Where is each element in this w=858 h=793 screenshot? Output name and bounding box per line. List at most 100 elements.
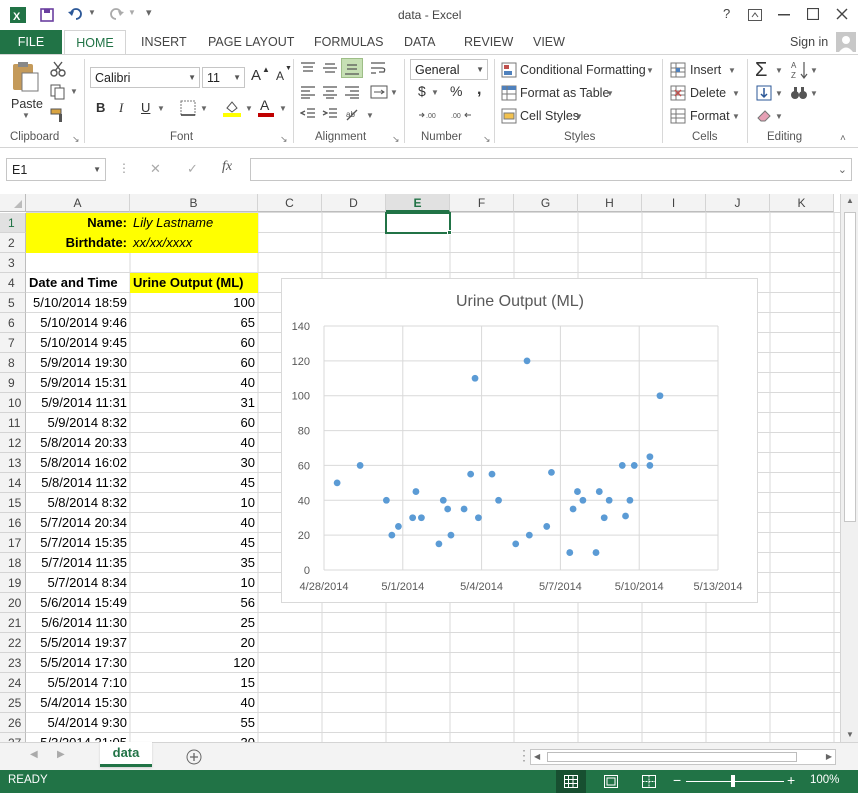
underline-dropdown-icon[interactable]: ▼ <box>157 104 165 113</box>
shrink-font-button[interactable]: A <box>276 69 284 83</box>
decrease-decimal-icon[interactable]: .00 <box>450 108 472 122</box>
chart-point[interactable] <box>447 531 455 539</box>
chart-point[interactable] <box>435 540 443 548</box>
fill-dropdown-icon[interactable]: ▼ <box>775 89 783 98</box>
cell-date[interactable]: 5/8/2014 11:32 <box>26 473 130 493</box>
cell-date[interactable]: 5/9/2014 19:30 <box>26 353 130 373</box>
column-header-k[interactable]: K <box>770 194 834 212</box>
number-format-select[interactable]: General ▼ <box>410 59 488 80</box>
excel-logo-icon[interactable]: X <box>10 7 28 23</box>
format-as-table-icon[interactable] <box>501 85 517 101</box>
cell-output[interactable]: 30 <box>130 733 258 742</box>
column-header-e[interactable]: E <box>386 194 450 212</box>
cell-output[interactable]: 10 <box>130 573 258 593</box>
account-avatar-icon[interactable] <box>836 32 856 52</box>
chart-point[interactable] <box>412 488 420 495</box>
row-header-7[interactable]: 7 <box>0 333 26 353</box>
row-header-4[interactable]: 4 <box>0 273 26 293</box>
tab-view[interactable]: VIEW <box>533 30 565 54</box>
scroll-left-icon[interactable]: ◀ <box>534 752 540 761</box>
column-header-a[interactable]: A <box>26 194 130 212</box>
italic-button[interactable]: I <box>119 100 123 116</box>
format-painter-icon[interactable] <box>50 107 66 123</box>
underline-button[interactable]: U <box>141 100 150 115</box>
tab-page-layout[interactable]: PAGE LAYOUT <box>208 30 294 54</box>
row-header-2[interactable]: 2 <box>0 233 26 253</box>
zoom-slider[interactable] <box>686 781 784 782</box>
cell-styles-button[interactable]: Cell Styles <box>520 109 579 123</box>
cell-output[interactable]: 60 <box>130 353 258 373</box>
chart-point[interactable] <box>656 392 664 400</box>
cell-date[interactable]: 5/8/2014 20:33 <box>26 433 130 453</box>
chart-point[interactable] <box>495 496 502 504</box>
zoom-in-icon[interactable]: + <box>787 772 795 788</box>
cell-output[interactable]: 45 <box>130 533 258 553</box>
align-right-icon[interactable] <box>344 85 360 99</box>
chart-point[interactable] <box>460 505 468 513</box>
row-header-18[interactable]: 18 <box>0 553 26 573</box>
redo-icon[interactable] <box>108 7 124 21</box>
chart-point[interactable] <box>626 496 634 504</box>
chart-point[interactable] <box>333 479 341 487</box>
column-header-j[interactable]: J <box>706 194 770 212</box>
chart-point[interactable] <box>548 469 555 476</box>
column-header-d[interactable]: D <box>322 194 386 212</box>
clear-icon[interactable] <box>756 108 772 124</box>
chevron-down-icon[interactable]: ▼ <box>732 112 740 121</box>
cell-a4[interactable]: Date and Time <box>26 273 130 293</box>
currency-button[interactable]: $ <box>418 83 426 99</box>
undo-dropdown-icon[interactable]: ▼ <box>88 8 96 17</box>
chart-point[interactable] <box>569 505 577 513</box>
chart-point[interactable] <box>605 496 613 504</box>
page-break-view-icon[interactable] <box>642 775 656 788</box>
cell-date[interactable]: 5/9/2014 8:32 <box>26 413 130 433</box>
delete-button[interactable]: Delete <box>690 86 726 100</box>
cell-date[interactable]: 5/6/2014 11:30 <box>26 613 130 633</box>
chart-point[interactable] <box>439 496 447 504</box>
next-sheet-icon[interactable]: ▶ <box>57 749 65 760</box>
row-header-19[interactable]: 19 <box>0 573 26 593</box>
font-size-select[interactable]: 11 ▼ <box>202 67 245 88</box>
save-icon[interactable] <box>40 8 54 22</box>
chevron-down-icon[interactable]: ▼ <box>732 89 740 98</box>
ribbon-display-options-icon[interactable] <box>748 9 762 21</box>
chart-point[interactable] <box>592 549 600 556</box>
select-all-button[interactable] <box>0 194 26 212</box>
chart-point[interactable] <box>618 462 626 469</box>
alignment-launcher-icon[interactable]: ↘ <box>392 134 400 145</box>
chart-point[interactable] <box>595 488 603 495</box>
align-bottom-button[interactable] <box>341 58 363 78</box>
redo-dropdown-icon[interactable]: ▼ <box>128 8 136 17</box>
cell-output[interactable]: 10 <box>130 493 258 513</box>
insert-cells-icon[interactable] <box>670 62 686 78</box>
format-cells-icon[interactable] <box>670 108 686 124</box>
expand-formula-icon[interactable]: ⌄ <box>838 163 847 176</box>
cell-date[interactable]: 5/10/2014 9:45 <box>26 333 130 353</box>
merge-dropdown-icon[interactable]: ▼ <box>390 88 398 97</box>
row-header-20[interactable]: 20 <box>0 593 26 613</box>
row-header-1[interactable]: 1 <box>0 213 26 233</box>
delete-cells-icon[interactable] <box>670 85 686 101</box>
find-dropdown-icon[interactable]: ▼ <box>810 89 818 98</box>
font-color-dropdown-icon[interactable]: ▼ <box>279 104 287 113</box>
cell-a2[interactable]: Birthdate: <box>26 233 130 253</box>
cell-date[interactable]: 5/8/2014 8:32 <box>26 493 130 513</box>
cell-output[interactable]: 15 <box>130 673 258 693</box>
percent-button[interactable]: % <box>450 83 462 99</box>
chart-point[interactable] <box>646 453 654 461</box>
help-button[interactable]: ? <box>723 6 730 21</box>
vertical-scroll-thumb[interactable] <box>844 212 856 522</box>
cell-date[interactable]: 5/6/2014 15:49 <box>26 593 130 613</box>
number-launcher-icon[interactable]: ↘ <box>483 134 491 145</box>
cell-date[interactable]: 5/8/2014 16:02 <box>26 453 130 473</box>
cell-date[interactable]: 5/9/2014 15:31 <box>26 373 130 393</box>
chart-point[interactable] <box>622 512 629 520</box>
find-select-icon[interactable] <box>790 85 808 101</box>
scroll-up-icon[interactable]: ▲ <box>846 196 854 205</box>
column-header-c[interactable]: C <box>258 194 322 212</box>
cell-b2[interactable]: xx/xx/xxxx <box>130 233 258 253</box>
fill-down-icon[interactable] <box>756 85 772 101</box>
column-header-b[interactable]: B <box>130 194 258 212</box>
copy-dropdown-icon[interactable]: ▼ <box>70 87 78 96</box>
sign-in-link[interactable]: Sign in <box>790 30 828 54</box>
